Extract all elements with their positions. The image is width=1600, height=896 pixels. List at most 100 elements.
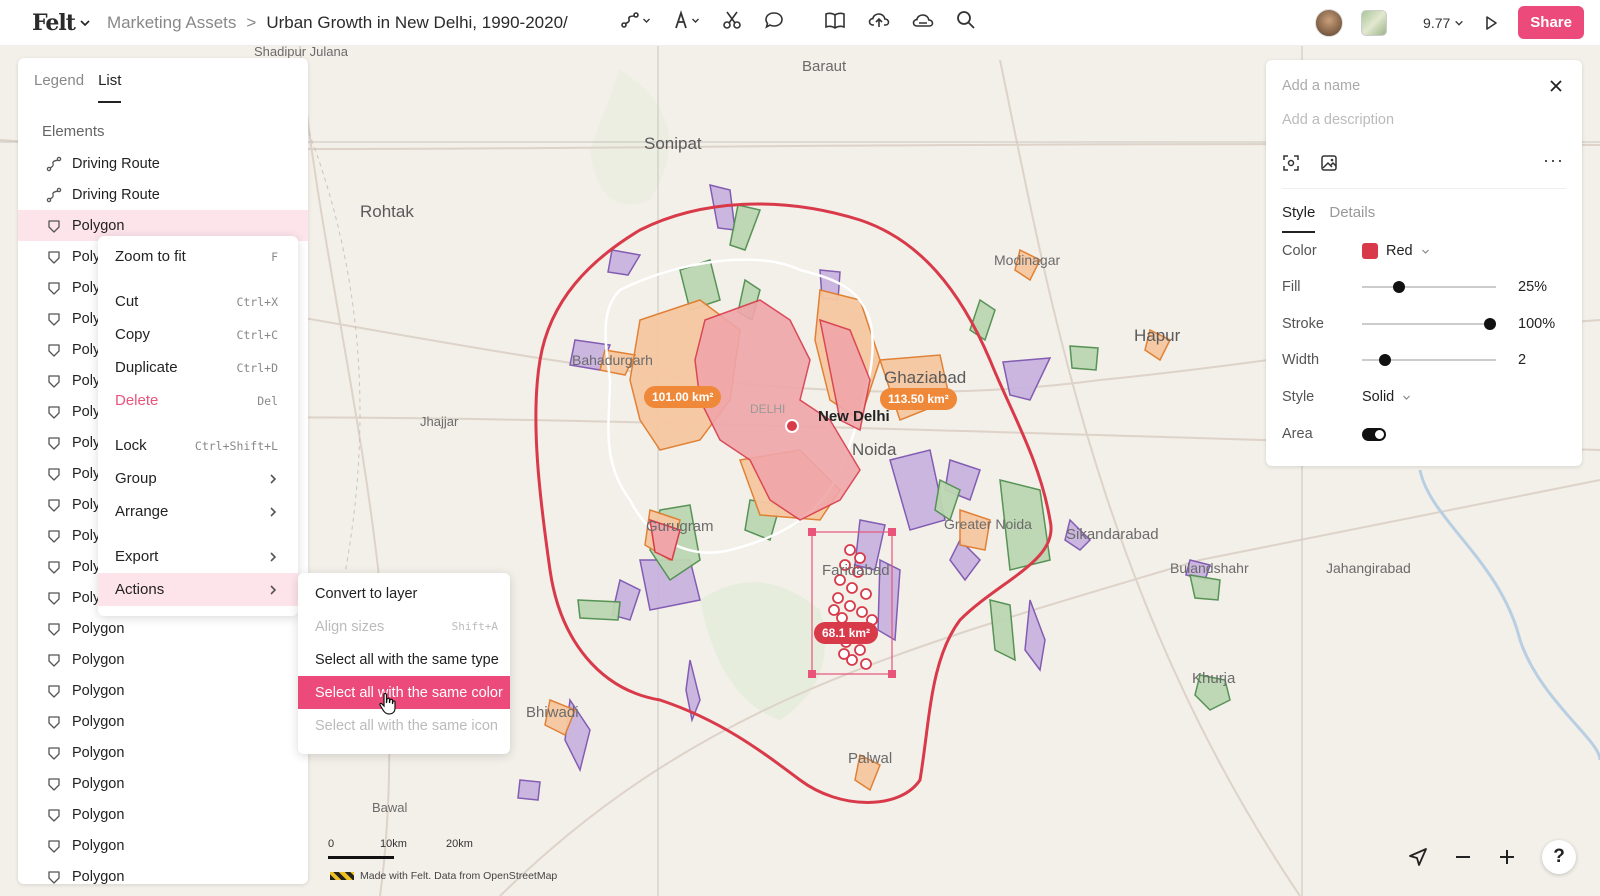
description-input[interactable]: Add a description <box>1282 112 1394 128</box>
list-item[interactable]: Polygon <box>18 613 308 644</box>
text-tool-button[interactable] <box>673 10 700 30</box>
tab-legend[interactable]: Legend <box>34 72 84 103</box>
basemap-thumbnail[interactable] <box>1361 9 1388 36</box>
scissors-tool-button[interactable] <box>722 10 742 30</box>
place-label: Palwal <box>848 750 893 767</box>
stroke-label: Stroke <box>1282 316 1324 332</box>
search-button[interactable] <box>956 10 976 30</box>
style-value: Solid <box>1362 389 1395 405</box>
menu-item-arrange[interactable]: Arrange <box>98 495 298 528</box>
list-item[interactable]: Polygon <box>18 675 308 706</box>
menu-item-convert-to-layer[interactable]: Convert to layer <box>298 577 510 610</box>
area-label-west[interactable]: 101.00 km² <box>644 386 722 408</box>
menu-item-cut[interactable]: Cut Ctrl+X <box>98 285 298 318</box>
list-item-label: Polygon <box>72 682 125 699</box>
list-item[interactable]: Polygon <box>18 768 308 799</box>
polygon-icon <box>46 218 62 234</box>
zoom-in-icon[interactable] <box>1498 848 1516 866</box>
area-label-east[interactable]: 113.50 km² <box>880 388 957 410</box>
place-label: Jahangirabad <box>1326 560 1411 576</box>
help-button[interactable]: ? <box>1542 840 1576 874</box>
menu-item-group[interactable]: Group <box>98 462 298 495</box>
tab-list[interactable]: List <box>98 72 122 103</box>
chevron-down-icon <box>80 19 90 26</box>
data-sync-button[interactable] <box>912 10 934 30</box>
chevron-down-icon <box>1455 20 1464 26</box>
list-item[interactable]: Polygon <box>18 799 308 830</box>
route-tool-button[interactable] <box>620 10 651 30</box>
list-item[interactable]: Driving Route <box>18 179 308 210</box>
list-item[interactable]: Polygon <box>18 706 308 737</box>
image-icon[interactable] <box>1320 154 1338 172</box>
locate-icon[interactable] <box>1408 847 1428 867</box>
stroke-property: Stroke 100% <box>1282 309 1566 339</box>
share-button[interactable]: Share <box>1518 6 1584 39</box>
polygon-icon <box>46 373 62 389</box>
color-dropdown[interactable]: Red <box>1362 243 1430 259</box>
polygon-icon <box>46 435 62 451</box>
place-label: Faridabad <box>822 562 890 579</box>
library-button[interactable] <box>824 10 846 30</box>
list-item[interactable]: Polygon <box>18 830 308 861</box>
menu-item-export[interactable]: Export <box>98 540 298 573</box>
menu-item-lock[interactable]: Lock Ctrl+Shift+L <box>98 429 298 462</box>
place-label: Sonipat <box>644 134 702 153</box>
menu-item-zoom-to-fit[interactable]: Zoom to fit F <box>98 240 298 273</box>
stroke-slider-knob[interactable] <box>1484 318 1496 330</box>
width-value: 2 <box>1518 352 1527 368</box>
menu-item-select-same-color[interactable]: Select all with the same color <box>298 676 510 709</box>
place-label: Khurja <box>1192 670 1236 687</box>
present-play-icon[interactable] <box>1482 14 1500 32</box>
place-label: Baraut <box>802 58 847 75</box>
menu-item-delete[interactable]: Delete Del <box>98 384 298 417</box>
zoom-level-value: 9.77 <box>1423 14 1451 31</box>
stroke-slider[interactable] <box>1362 318 1496 330</box>
menu-item-actions[interactable]: Actions <box>98 573 298 606</box>
breadcrumb-parent[interactable]: Marketing Assets <box>107 13 236 33</box>
list-item-label: Polygon <box>72 620 125 637</box>
menu-item-select-same-type[interactable]: Select all with the same type <box>298 643 510 676</box>
fill-slider[interactable] <box>1362 281 1496 293</box>
place-label: Ghaziabad <box>884 368 967 387</box>
felt-logo-menu[interactable]: Felt <box>32 10 91 36</box>
upload-button[interactable] <box>868 10 890 30</box>
place-label: Bahadurgarh <box>572 352 653 368</box>
list-item-label: Polygon <box>72 744 125 761</box>
polygon-icon <box>46 869 62 885</box>
zoom-out-icon[interactable] <box>1454 848 1472 866</box>
polygon-icon <box>46 497 62 513</box>
polygon-icon <box>46 466 62 482</box>
tab-details[interactable]: Details <box>1329 204 1375 233</box>
list-item[interactable]: Polygon <box>18 737 308 768</box>
scale-zero: 0 <box>328 838 335 850</box>
polygon-icon <box>46 838 62 854</box>
chevron-down-icon <box>1421 249 1429 254</box>
comment-tool-button[interactable] <box>764 10 784 30</box>
width-slider[interactable] <box>1362 354 1496 366</box>
list-item[interactable]: Driving Route <box>18 148 308 179</box>
area-label-south[interactable]: 68.1 km² <box>814 622 879 644</box>
name-input[interactable]: Add a name <box>1282 78 1360 94</box>
place-label: Gurugram <box>646 518 714 535</box>
area-toggle[interactable] <box>1362 427 1386 441</box>
more-options-icon[interactable]: ··· <box>1543 150 1564 171</box>
map-credit[interactable]: Made with Felt. Data from OpenStreetMap <box>330 870 557 882</box>
user-avatar[interactable] <box>1315 8 1344 37</box>
close-icon[interactable] <box>1548 78 1564 94</box>
logo-text: Felt <box>32 9 76 36</box>
map-title[interactable]: Urban Growth in New Delhi, 1990-2020/ <box>266 13 567 33</box>
fill-slider-knob[interactable] <box>1393 281 1405 293</box>
book-icon <box>825 12 845 29</box>
style-dropdown[interactable]: Solid <box>1362 389 1411 405</box>
area-property: Area <box>1282 419 1566 449</box>
zoom-level-dropdown[interactable]: 9.77 <box>1423 15 1464 31</box>
route-icon <box>46 156 62 172</box>
tab-style[interactable]: Style <box>1282 204 1316 233</box>
menu-item-duplicate[interactable]: Duplicate Ctrl+D <box>98 351 298 384</box>
polygon-icon <box>46 714 62 730</box>
zoom-to-element-icon[interactable] <box>1282 154 1300 172</box>
list-item[interactable]: Polygon <box>18 644 308 675</box>
menu-item-copy[interactable]: Copy Ctrl+C <box>98 318 298 351</box>
width-slider-knob[interactable] <box>1379 354 1391 366</box>
list-item[interactable]: Polygon <box>18 861 308 884</box>
